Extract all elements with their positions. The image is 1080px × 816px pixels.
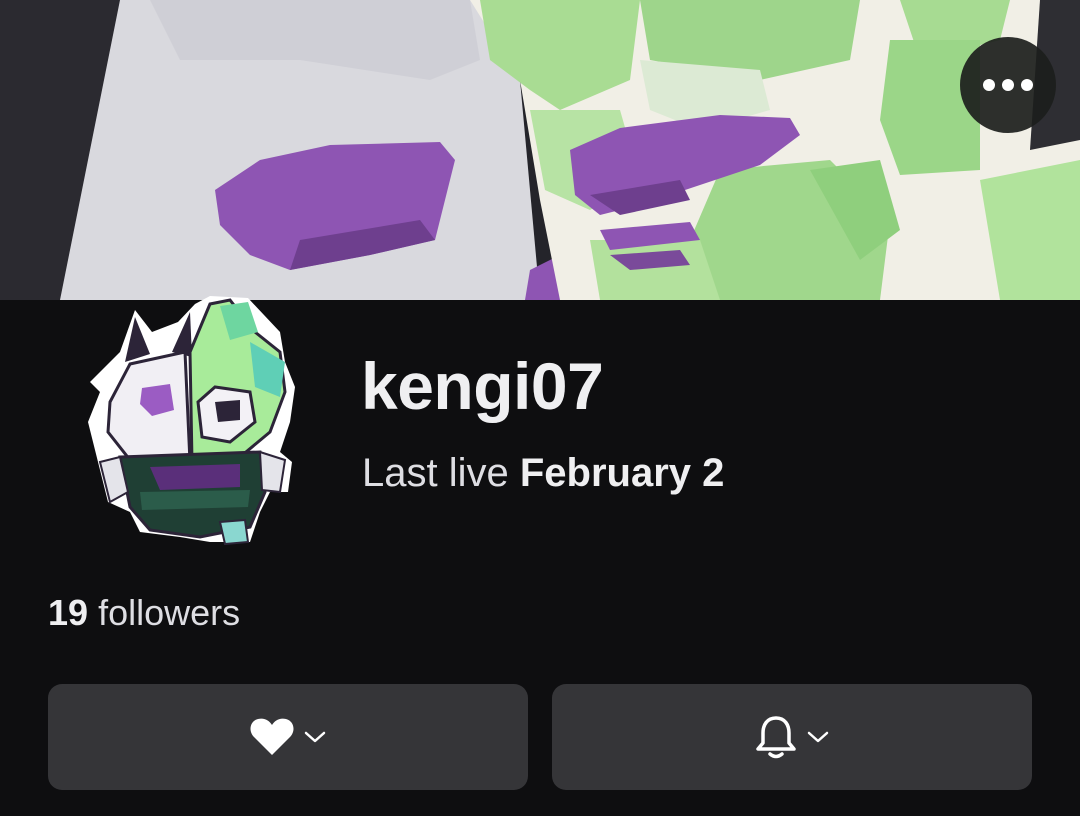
last-live-status: Last live February 2	[362, 449, 724, 497]
banner-artwork	[0, 0, 1080, 300]
heart-icon	[250, 718, 294, 755]
last-live-date: February 2	[519, 451, 725, 495]
chevron-down-icon	[807, 731, 829, 743]
channel-name: kengi07	[361, 349, 604, 423]
chevron-down-icon	[304, 731, 326, 743]
last-live-label: Last live	[362, 451, 509, 495]
channel-avatar[interactable]	[80, 292, 304, 548]
bell-icon	[756, 716, 796, 759]
notifications-button[interactable]	[552, 684, 1032, 790]
profile-banner	[0, 0, 1080, 300]
followers-label: followers	[98, 592, 241, 633]
more-options-icon	[983, 79, 1033, 91]
follow-button[interactable]	[48, 684, 528, 790]
more-options-button[interactable]	[960, 37, 1056, 133]
followers-count: 19 followers	[48, 590, 240, 636]
avatar-image	[88, 296, 295, 546]
followers-number: 19	[48, 592, 89, 633]
